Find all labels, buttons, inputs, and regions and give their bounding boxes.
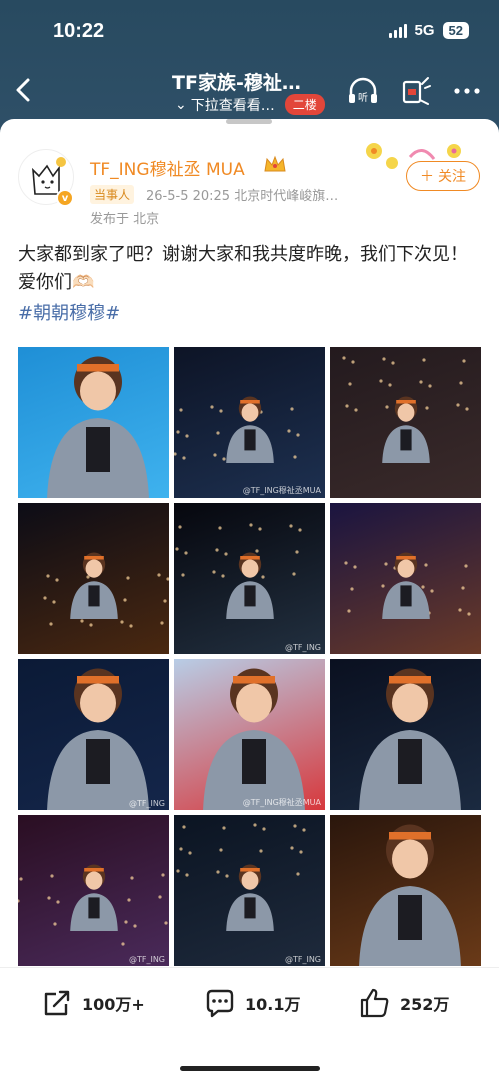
photo-thumbnail[interactable]: [330, 503, 481, 654]
like-count: 252万: [400, 995, 450, 1014]
performer-photo-icon: [359, 824, 461, 966]
post-meta: 26-5-5 20:25 北京时代峰峻旗…: [146, 189, 339, 204]
back-arrow-icon[interactable]: [12, 74, 36, 106]
listen-label: 听: [358, 92, 368, 104]
share-icon: [44, 990, 70, 1016]
performer-photo-icon: [359, 668, 461, 810]
performer-photo-icon: [344, 552, 471, 619]
photo-thumbnail[interactable]: @TF_ING: [174, 815, 325, 966]
action-bar: 100万+ 10.1万 252万: [0, 967, 499, 1080]
chevron-down-icon: ⌄: [175, 96, 187, 113]
more-options-icon[interactable]: [450, 74, 484, 108]
photo-watermark: @TF_ING: [284, 955, 321, 964]
hashtag-link[interactable]: #朝朝穆穆#: [18, 299, 120, 325]
performer-photo-icon: [47, 668, 149, 810]
crown-badge-icon: [264, 155, 286, 172]
photo-watermark: @TF_ING穆祉丞MUA: [242, 798, 321, 807]
post-card: v TF_ING穆祉丞 MUA 当事人 26-5-5 20:25 北京时代峰峻旗…: [0, 119, 499, 1080]
username[interactable]: TF_ING穆祉丞 MUA: [90, 155, 245, 180]
performer-photo-icon: [175, 523, 302, 619]
photo-thumbnail[interactable]: @TF_ING: [18, 659, 169, 810]
photo-thumbnail[interactable]: [330, 815, 481, 966]
comment-button[interactable]: 10.1万: [203, 986, 300, 1020]
photo-thumbnail[interactable]: [18, 347, 169, 498]
photo-watermark: @TF_ING: [128, 799, 165, 808]
share-button[interactable]: 100万+: [40, 986, 145, 1020]
thumbs-up-icon: [360, 988, 389, 1018]
drag-handle[interactable]: [226, 119, 272, 124]
status-icons: 5G 52: [388, 22, 469, 39]
performer-photo-icon: [43, 552, 169, 628]
nav-subtitle[interactable]: ⌄ 下拉查看看… 二楼: [175, 94, 325, 115]
performer-photo-icon: [176, 823, 306, 931]
like-button[interactable]: 252万: [358, 986, 449, 1020]
follow-button[interactable]: ＋ 关注: [406, 161, 480, 191]
post-text: 大家都到家了吧？谢谢大家和我共度昨晚，我们下次见！爱你们🫶🏻: [18, 244, 468, 293]
role-tag: 当事人: [90, 185, 135, 204]
performer-photo-icon: [203, 668, 305, 810]
plus-icon: ＋: [420, 169, 434, 185]
performer-photo-icon: [18, 864, 168, 946]
photo-watermark: @TF_ING穆祉丞MUA: [242, 486, 321, 495]
home-indicator: [180, 1066, 320, 1071]
status-bar: 10:22 5G 52: [0, 0, 499, 60]
status-time: 10:22: [53, 20, 105, 42]
performer-photo-icon: [47, 356, 149, 498]
photo-thumbnail[interactable]: @TF_ING: [18, 815, 169, 966]
photo-thumbnail[interactable]: [18, 503, 169, 654]
network-type: 5G: [414, 22, 435, 39]
battery-icon: 52: [442, 22, 469, 39]
photo-grid: @TF_ING穆祉丞MUA @TF_ING @TF_ING @TF_ING穆祉丞MUA…: [18, 347, 482, 966]
comment-count: 10.1万: [245, 995, 301, 1014]
photo-watermark: @TF_ING: [128, 955, 165, 964]
performer-photo-icon: [342, 356, 469, 463]
photo-thumbnail[interactable]: @TF_ING穆祉丞MUA: [174, 347, 325, 498]
photo-thumbnail[interactable]: @TF_ING穆祉丞MUA: [174, 659, 325, 810]
performer-photo-icon: [174, 396, 300, 463]
comment-icon: [206, 989, 234, 1018]
share-count: 100万+: [82, 995, 145, 1014]
top-nav: TF家族-穆祉… ⌄ 下拉查看看… 二楼 听: [0, 60, 499, 120]
photo-watermark: @TF_ING: [284, 643, 321, 652]
photo-thumbnail[interactable]: @TF_ING: [174, 503, 325, 654]
floor-badge[interactable]: 二楼: [284, 94, 325, 115]
post-location: 发布于 北京: [90, 212, 160, 227]
photo-thumbnail[interactable]: [330, 659, 481, 810]
headphones-listen-icon[interactable]: 听: [346, 74, 380, 108]
nav-title[interactable]: TF家族-穆祉…: [172, 68, 342, 95]
verified-badge-icon: v: [56, 189, 74, 207]
photo-thumbnail[interactable]: [330, 347, 481, 498]
signal-icon: [388, 23, 407, 38]
red-packet-icon[interactable]: [398, 74, 432, 108]
